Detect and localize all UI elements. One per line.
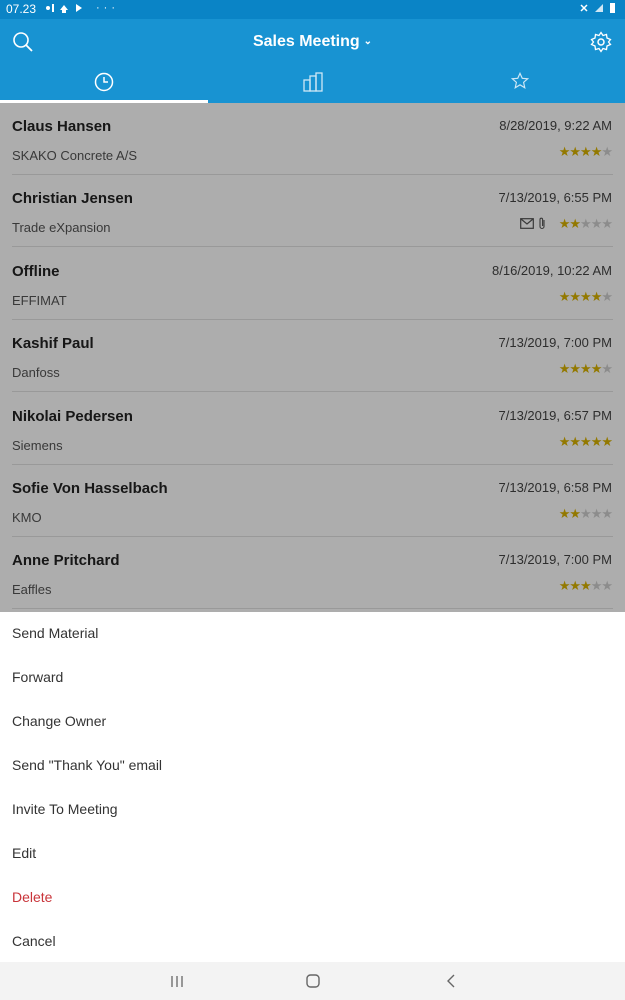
menu-item-cancel[interactable]: Cancel	[0, 920, 625, 963]
action-sheet: Send Material Forward Change Owner Send …	[0, 612, 625, 962]
page-title-dropdown[interactable]: Sales Meeting ⌄	[0, 33, 625, 51]
menu-item-label: Send "Thank You" email	[12, 757, 163, 773]
notification-icons	[44, 2, 100, 17]
system-nav-bar	[0, 962, 625, 1000]
menu-item-delete[interactable]: Delete	[0, 876, 625, 919]
buildings-icon	[303, 72, 323, 92]
page-title: Sales Meeting	[252, 33, 360, 50]
menu-item-label: Invite To Meeting	[12, 801, 118, 817]
status-bar: 07.23 ···	[0, 0, 625, 19]
tab-favorites[interactable]	[416, 65, 624, 103]
clock-icon	[94, 72, 114, 92]
chevron-down-icon: ⌄	[363, 36, 373, 47]
app-bar: Sales Meeting ⌄	[0, 19, 625, 103]
menu-item-send-material[interactable]: Send Material	[0, 612, 625, 655]
home-icon[interactable]	[306, 974, 320, 988]
system-icons	[579, 2, 619, 17]
gear-icon[interactable]	[590, 31, 612, 53]
menu-item-invite-to-meeting[interactable]: Invite To Meeting	[0, 788, 625, 831]
tab-companies[interactable]	[208, 65, 416, 103]
menu-item-label: Cancel	[12, 933, 56, 949]
tab-bar	[0, 65, 625, 103]
menu-item-label: Forward	[12, 669, 64, 685]
menu-item-send-thank-you[interactable]: Send "Thank You" email	[0, 744, 625, 787]
tab-recent[interactable]	[0, 65, 208, 103]
star-icon	[511, 72, 529, 89]
menu-item-label: Send Material	[12, 625, 99, 641]
menu-item-edit[interactable]: Edit	[0, 832, 625, 875]
recent-apps-icon[interactable]	[170, 975, 184, 988]
more-dots: ···	[96, 2, 119, 14]
menu-item-label: Change Owner	[12, 713, 107, 729]
menu-item-forward[interactable]: Forward	[0, 656, 625, 699]
menu-item-change-owner[interactable]: Change Owner	[0, 700, 625, 743]
status-time: 07.23	[6, 2, 37, 16]
back-icon[interactable]	[446, 974, 456, 988]
modal-scrim[interactable]	[0, 103, 625, 612]
menu-item-label: Delete	[12, 889, 53, 905]
menu-item-label: Edit	[12, 845, 37, 861]
